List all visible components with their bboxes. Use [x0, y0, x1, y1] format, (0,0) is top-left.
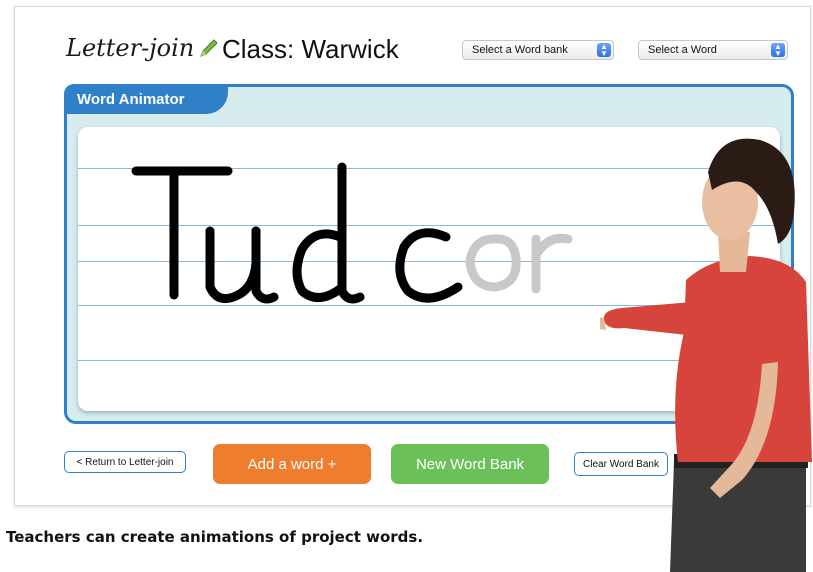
word-animator-title: Word Animator: [77, 90, 185, 108]
word-select[interactable]: Select a Word ▲ ▼: [638, 40, 788, 60]
word-bank-select-value: Select a Word bank: [472, 44, 568, 56]
teacher-photo: [600, 138, 812, 572]
new-word-bank-button-label: New Word Bank: [415, 455, 525, 473]
return-button-label: < Return to Letter-join: [76, 456, 174, 468]
add-word-button[interactable]: Add a word +: [213, 444, 371, 484]
new-word-bank-button[interactable]: New Word Bank: [391, 444, 549, 484]
pencil-icon: [200, 39, 218, 57]
return-button[interactable]: < Return to Letter-join: [64, 451, 186, 473]
letter-join-logo[interactable]: Letter-join: [66, 34, 220, 62]
written-letters: [131, 162, 463, 304]
word-select-value: Select a Word: [648, 44, 717, 56]
stepper-icon: ▲ ▼: [597, 43, 611, 58]
word-animator-tab: Word Animator: [64, 84, 228, 114]
stepper-icon: ▲ ▼: [771, 43, 785, 58]
remaining-letters: [465, 233, 573, 294]
logo-text: Letter-join: [66, 34, 195, 62]
class-title: Class: Warwick: [222, 34, 399, 64]
word-bank-select[interactable]: Select a Word bank ▲ ▼: [462, 40, 614, 60]
caption: Teachers can create animations of projec…: [6, 528, 424, 546]
add-word-button-label: Add a word +: [247, 455, 337, 473]
